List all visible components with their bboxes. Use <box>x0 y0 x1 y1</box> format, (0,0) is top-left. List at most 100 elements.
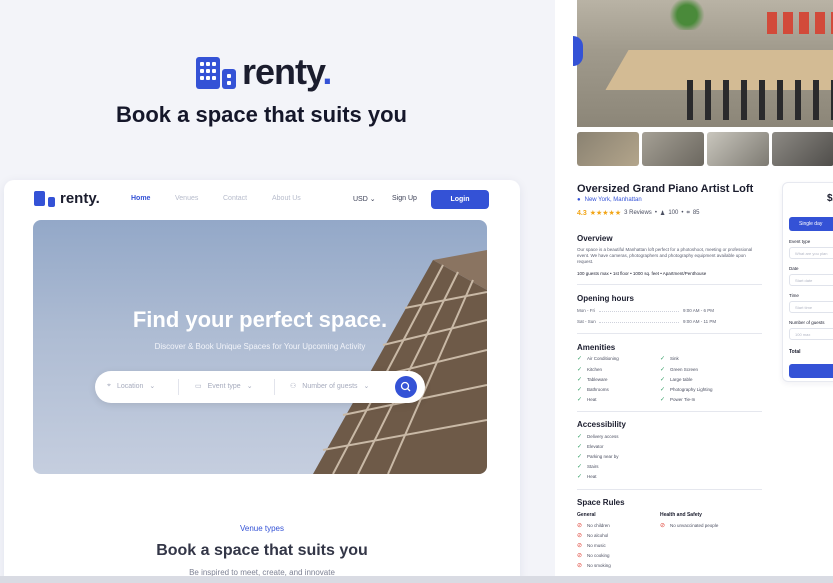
check-icon: ✓ <box>577 464 583 470</box>
gallery-thumbnail[interactable] <box>642 132 704 166</box>
building-logo-icon <box>196 55 236 89</box>
event-type-select[interactable]: ▭ Event type ⌄ <box>195 382 253 391</box>
chevron-down-icon: ⌄ <box>363 383 370 390</box>
hours-heading: Opening hours <box>577 294 634 303</box>
amenity-item: ✓ Bathrooms <box>577 387 609 393</box>
venue-main-photo[interactable] <box>577 0 833 127</box>
search-bar: ⌖ Location ⌄ ▭ Event type ⌄ ⚇ Number of … <box>95 371 425 403</box>
amenity-item: ✓ Heat <box>577 397 597 403</box>
amenity-item: ✓ Air Conditioning <box>577 356 619 362</box>
accessibility-item: ✓ Stairs <box>577 464 599 470</box>
rule-item: ⊘ No children <box>577 523 610 529</box>
check-icon: ✓ <box>660 387 666 393</box>
rules-general-heading: General <box>577 512 596 518</box>
guests-label: Number of guests <box>789 320 825 325</box>
venue-title: Oversized Grand Piano Artist Loft <box>577 183 754 195</box>
location-select[interactable]: ⌖ Location ⌄ <box>107 382 155 390</box>
event-type-label: Event type <box>789 239 811 244</box>
amenity-item: ✓ Tableware <box>577 377 608 383</box>
amenity-item: ✓ Kitchen <box>577 367 603 373</box>
prohibited-icon: ⊘ <box>660 523 666 529</box>
check-icon: ✓ <box>577 444 583 450</box>
prohibited-icon: ⊘ <box>577 563 583 569</box>
hours-row: Sat - Sun 9:00 AM - 11 PM <box>577 319 717 324</box>
date-input[interactable]: Start date <box>789 274 833 286</box>
brand-wordmark: renty. <box>242 51 332 92</box>
time-label: Time <box>789 293 799 298</box>
rule-item: ⊘ No unvaccinated people <box>660 523 719 529</box>
reviews-link[interactable]: 3 Reviews <box>624 210 652 216</box>
event-type-input[interactable]: What are you plan <box>789 247 833 259</box>
total-label: Total <box>789 349 801 355</box>
star-icon: ★★★★★ <box>589 210 622 217</box>
hero-panel: renty. Book a space that suits you renty… <box>0 0 555 583</box>
single-day-tab[interactable]: Single day <box>789 217 833 231</box>
check-icon: ✓ <box>577 474 583 480</box>
check-icon: ✓ <box>577 397 583 403</box>
check-icon: ✓ <box>577 356 583 362</box>
rule-item: ⊘ No music <box>577 543 606 549</box>
rules-heading: Space Rules <box>577 498 625 507</box>
rule-item: ⊘ No smoking <box>577 563 611 569</box>
amenity-item: ✓ Photography Lighting <box>660 387 713 393</box>
site-logo[interactable]: renty. <box>34 190 100 207</box>
rule-item: ⊘ No cooking <box>577 553 610 559</box>
check-icon: ✓ <box>577 377 583 383</box>
gallery-thumbnail[interactable] <box>772 132 833 166</box>
overview-heading: Overview <box>577 234 613 243</box>
prohibited-icon: ⊘ <box>577 523 583 529</box>
booking-card: $2 Single day Event type What are you pl… <box>782 182 833 382</box>
book-button[interactable] <box>789 364 833 378</box>
amenity-item: ✓ Large table <box>660 377 693 383</box>
accessibility-item: ✓ Elevator <box>577 444 604 450</box>
chevron-down-icon: ⌄ <box>369 196 376 203</box>
amenity-item: ✓ Power Tie-In <box>660 397 696 403</box>
section-eyebrow: Venue types <box>239 524 285 533</box>
guests-input[interactable]: 100 max <box>789 328 833 340</box>
overview-facts: 100 guests max • 1st floor • 1000 sq. fe… <box>577 271 707 276</box>
hero-title: Book a space that suits you <box>116 102 407 127</box>
building-logo-icon <box>34 191 45 206</box>
users-icon: ⚇ <box>290 383 297 390</box>
overview-text: Our space is a beautiful Manhattan loft … <box>577 247 753 264</box>
section-heading: Book a space that suits you <box>156 542 368 559</box>
time-select[interactable]: Start time <box>789 301 833 313</box>
login-button[interactable]: Login <box>431 190 489 209</box>
check-icon: ✓ <box>660 356 666 362</box>
check-icon: ✓ <box>660 367 666 373</box>
accessibility-item: ✓ Heat <box>577 474 597 480</box>
accessibility-item: ✓ Parking near by <box>577 454 619 460</box>
currency-select[interactable]: USD ⌄ <box>353 195 376 203</box>
search-button[interactable] <box>395 376 417 398</box>
nav-home[interactable]: Home <box>131 195 150 202</box>
location-pin-icon: ● <box>577 197 581 203</box>
prohibited-icon: ⊘ <box>577 533 583 539</box>
gallery-thumbnail[interactable] <box>707 132 769 166</box>
date-label: Date <box>789 266 799 271</box>
brand-logo: renty. <box>196 51 332 93</box>
guests-select[interactable]: ⚇ Number of guests ⌄ <box>290 382 370 391</box>
signup-link[interactable]: Sign Up <box>392 195 417 202</box>
venue-location[interactable]: ● New York, Manhattan <box>577 197 642 203</box>
check-icon: ✓ <box>577 387 583 393</box>
price: $2 <box>827 193 833 204</box>
scrollbar[interactable] <box>0 576 833 583</box>
area-icon: ⌗ <box>686 209 690 216</box>
rules-health-heading: Health and Safety <box>660 512 702 518</box>
prohibited-icon: ⊘ <box>577 543 583 549</box>
nav-venues[interactable]: Venues <box>175 195 198 202</box>
nav-about-us[interactable]: About Us <box>272 195 301 202</box>
accessibility-item: ✓ Delivery access <box>577 434 619 440</box>
accessibility-heading: Accessibility <box>577 420 626 429</box>
chevron-down-icon: ⌄ <box>149 383 156 390</box>
website-preview: renty. Home Venues Contact About Us USD … <box>4 180 520 580</box>
amenity-item: ✓ Sink <box>660 356 679 362</box>
check-icon: ✓ <box>660 397 666 403</box>
site-navbar: renty. Home Venues Contact About Us USD … <box>4 180 520 220</box>
nav-contact[interactable]: Contact <box>223 195 247 202</box>
check-icon: ✓ <box>577 454 583 460</box>
hero-banner: Find your perfect space. Discover & Book… <box>33 220 487 474</box>
banner-subtitle: Discover & Book Unique Spaces for Your U… <box>154 342 366 351</box>
gallery-thumbnail[interactable] <box>577 132 639 166</box>
check-icon: ✓ <box>660 377 666 383</box>
